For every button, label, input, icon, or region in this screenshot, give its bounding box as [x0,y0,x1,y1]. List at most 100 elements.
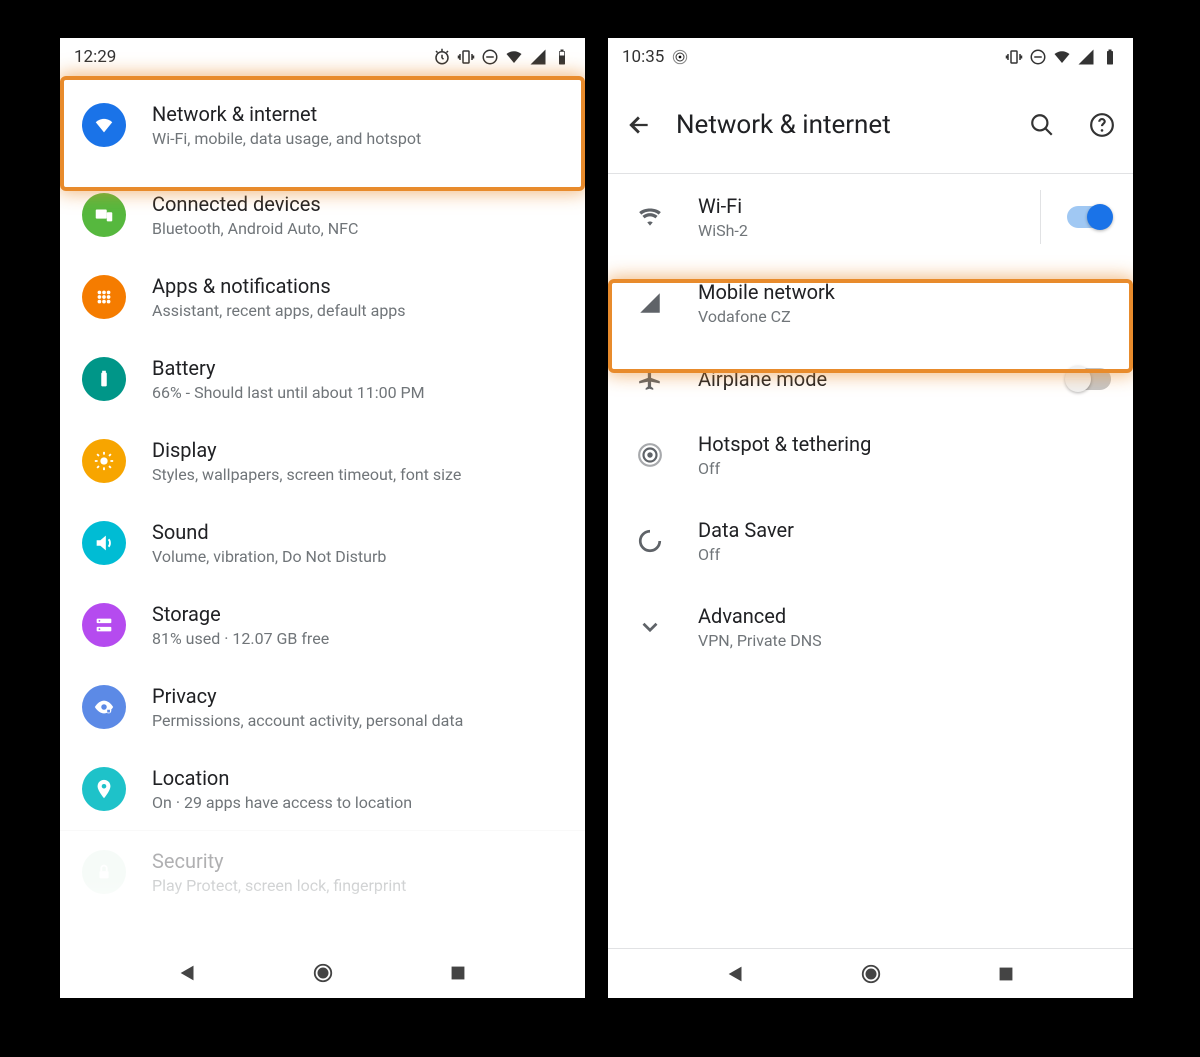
row-title: Data Saver [698,518,1111,542]
row-title: Advanced [698,604,1111,628]
row-storage[interactable]: Storage 81% used · 12.07 GB free [60,584,585,666]
row-title: Wi-Fi [698,194,1039,218]
row-connected-devices[interactable]: Connected devices Bluetooth, Android Aut… [60,174,585,256]
row-apps[interactable]: Apps & notifications Assistant, recent a… [60,256,585,338]
battery-icon [1101,48,1119,66]
wifi-icon [82,103,126,147]
signal-icon [529,48,547,66]
storage-icon [82,603,126,647]
row-sub: Vodafone CZ [698,307,1111,326]
data-saver-icon [630,528,670,554]
wifi-toggle[interactable] [1067,206,1111,228]
devices-icon [82,193,126,237]
row-sub: On · 29 apps have access to location [152,793,563,812]
row-title: Mobile network [698,280,1111,304]
privacy-icon [82,685,126,729]
back-arrow-icon[interactable] [626,112,652,138]
row-network-internet[interactable]: Network & internet Wi-Fi, mobile, data u… [60,76,585,174]
apps-icon [82,275,126,319]
page-title: Network & internet [676,110,1005,140]
nav-home-icon[interactable] [312,962,334,984]
nav-home-icon[interactable] [860,963,882,985]
nav-back-icon[interactable] [177,962,199,984]
row-sub: Bluetooth, Android Auto, NFC [152,219,563,238]
status-icons [433,48,571,66]
row-data-saver[interactable]: Data Saver Off [608,498,1133,584]
security-icon [82,850,126,894]
row-advanced[interactable]: Advanced VPN, Private DNS [608,584,1133,670]
wifi-icon [630,204,670,230]
signal-icon [630,290,670,316]
battery-icon [553,48,571,66]
status-icons [1005,48,1119,66]
vibrate-icon [457,48,475,66]
row-airplane-mode[interactable]: Airplane mode [608,346,1133,412]
row-sub: Wi-Fi, mobile, data usage, and hotspot [152,129,563,148]
airplane-toggle[interactable] [1067,368,1111,390]
row-sub: Off [698,545,1111,564]
status-time: 12:29 [74,47,116,67]
nav-back-icon[interactable] [725,963,747,985]
row-sub: Permissions, account activity, personal … [152,711,563,730]
airplane-icon [630,366,670,392]
row-battery[interactable]: Battery 66% - Should last until about 11… [60,338,585,420]
wifi-icon [1053,48,1071,66]
row-title: Storage [152,602,563,626]
row-sub: WiSh-2 [698,221,1039,240]
location-icon [82,767,126,811]
row-title: Airplane mode [698,367,1039,391]
display-icon [82,439,126,483]
wifi-icon [505,48,523,66]
row-mobile-network[interactable]: Mobile network Vodafone CZ [608,260,1133,346]
row-title: Privacy [152,684,563,708]
row-title: Security [152,849,563,873]
row-sub: VPN, Private DNS [698,631,1111,650]
sound-icon [82,521,126,565]
row-title: Battery [152,356,563,380]
row-sub: 66% - Should last until about 11:00 PM [152,383,563,402]
row-sub: Play Protect, screen lock, fingerprint [152,876,563,895]
status-bar: 10:35 [608,38,1133,76]
row-hotspot[interactable]: Hotspot & tethering Off [608,412,1133,498]
battery-icon [82,357,126,401]
divider [1040,190,1041,244]
vibrate-icon [1005,48,1023,66]
row-privacy[interactable]: Privacy Permissions, account activity, p… [60,666,585,748]
row-sound[interactable]: Sound Volume, vibration, Do Not Disturb [60,502,585,584]
nav-bar [60,948,585,998]
row-sub: 81% used · 12.07 GB free [152,629,563,648]
row-title: Network & internet [152,102,563,126]
help-icon[interactable] [1089,112,1115,138]
row-location[interactable]: Location On · 29 apps have access to loc… [60,748,585,830]
app-bar: Network & internet [608,76,1133,174]
status-bar: 12:29 [60,38,585,76]
chevron-down-icon [630,614,670,640]
row-sub: Styles, wallpapers, screen timeout, font… [152,465,563,484]
row-wifi[interactable]: Wi-Fi WiSh-2 [608,174,1133,260]
row-title: Apps & notifications [152,274,563,298]
row-sub: Assistant, recent apps, default apps [152,301,563,320]
hotspot-indicator-icon [672,49,688,65]
row-title: Sound [152,520,563,544]
nav-recent-icon[interactable] [995,963,1017,985]
row-title: Hotspot & tethering [698,432,1111,456]
alarm-icon [433,48,451,66]
row-title: Connected devices [152,192,563,216]
row-title: Location [152,766,563,790]
row-title: Display [152,438,563,462]
row-sub: Off [698,459,1111,478]
settings-list[interactable]: Network & internet Wi-Fi, mobile, data u… [60,76,585,948]
hotspot-icon [630,442,670,468]
row-display[interactable]: Display Styles, wallpapers, screen timeo… [60,420,585,502]
signal-icon [1077,48,1095,66]
status-time: 10:35 [622,47,664,67]
row-security[interactable]: Security Play Protect, screen lock, fing… [60,830,585,913]
row-sub: Volume, vibration, Do Not Disturb [152,547,563,566]
dnd-icon [1029,48,1047,66]
search-icon[interactable] [1029,112,1055,138]
nav-bar [608,948,1133,998]
dnd-icon [481,48,499,66]
nav-recent-icon[interactable] [447,962,469,984]
network-list[interactable]: Wi-Fi WiSh-2 Mobile network Vodafone CZ … [608,174,1133,948]
phone-settings: 12:29 Network & internet Wi-Fi, mobile, … [60,38,585,998]
